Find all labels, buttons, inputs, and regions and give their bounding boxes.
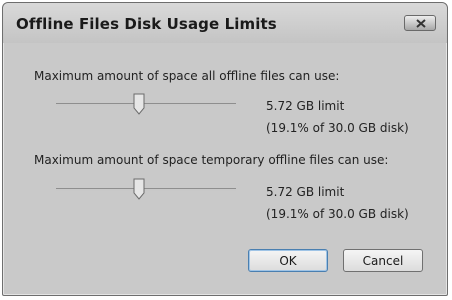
title-bar[interactable]: Offline Files Disk Usage Limits: [3, 3, 447, 43]
cancel-button[interactable]: Cancel: [343, 249, 423, 272]
temp-files-label: Maximum amount of space temporary offlin…: [34, 153, 389, 167]
all-files-slider-thumb[interactable]: [133, 93, 145, 115]
ok-button[interactable]: OK: [248, 249, 328, 272]
all-files-slider[interactable]: [56, 93, 236, 117]
temp-files-slider-track: [56, 188, 236, 191]
temp-files-limit: 5.72 GB limit: [266, 185, 345, 199]
all-files-percent: (19.1% of 30.0 GB disk): [266, 121, 409, 135]
temp-files-slider[interactable]: [56, 178, 236, 202]
all-files-limit: 5.72 GB limit: [266, 99, 345, 113]
close-icon: [416, 19, 426, 28]
all-files-label: Maximum amount of space all offline file…: [34, 69, 340, 83]
dialog-title: Offline Files Disk Usage Limits: [16, 15, 277, 33]
all-files-slider-track: [56, 103, 236, 106]
close-button[interactable]: [404, 15, 436, 31]
temp-files-slider-thumb[interactable]: [133, 178, 145, 200]
temp-files-percent: (19.1% of 30.0 GB disk): [266, 207, 409, 221]
